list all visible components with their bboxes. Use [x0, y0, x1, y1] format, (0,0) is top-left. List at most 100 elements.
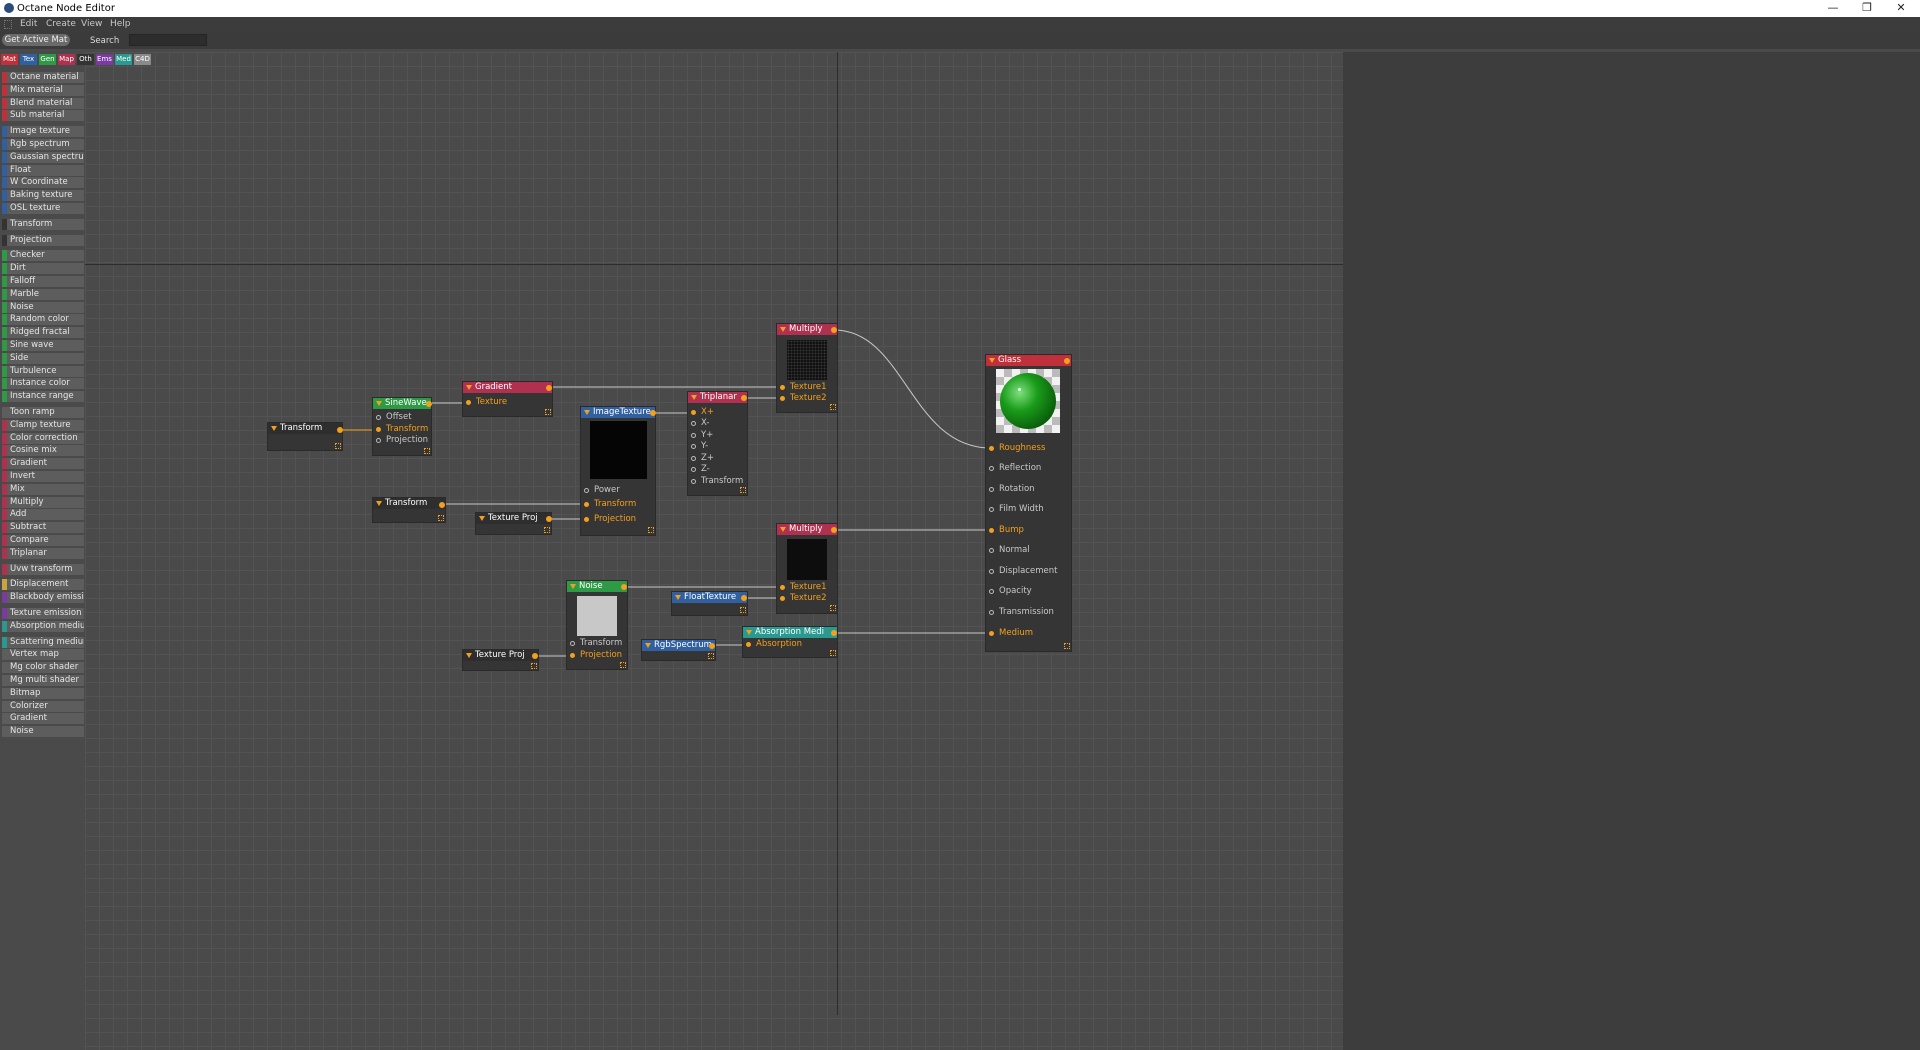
output-port[interactable]	[621, 584, 627, 590]
node-floattexture[interactable]: FloatTexture	[672, 592, 747, 615]
port-rotation[interactable]: Rotation	[989, 484, 1035, 495]
node-header[interactable]: FloatTexture	[672, 592, 747, 603]
node-transform[interactable]: Transform	[268, 423, 343, 450]
output-port[interactable]	[741, 595, 747, 601]
sidebar-item-absorption-medium[interactable]: Absorption medium	[2, 620, 84, 632]
port-y-plus[interactable]: Y+	[691, 430, 713, 441]
port-x-minus[interactable]: X-	[691, 418, 709, 429]
sidebar-item-marble[interactable]: Marble	[2, 288, 84, 300]
tab-c4d[interactable]: C4D	[134, 54, 151, 65]
sidebar-item-triplanar[interactable]: Triplanar	[2, 547, 84, 559]
resize-grip-icon[interactable]	[830, 605, 836, 611]
collapse-triangle-icon[interactable]	[466, 385, 472, 390]
port-texture[interactable]: Texture	[466, 397, 507, 408]
sidebar-item-invert[interactable]: Invert	[2, 471, 84, 482]
node-canvas[interactable]	[85, 52, 1343, 1050]
node-texture-projection[interactable]: Texture Proj	[476, 513, 552, 534]
menu-view[interactable]: View	[81, 19, 102, 29]
output-port[interactable]	[1064, 358, 1070, 364]
node-header[interactable]: Texture Proj	[476, 513, 551, 524]
minimize-icon[interactable]: —	[1818, 1, 1848, 15]
port-transmission[interactable]: Transmission	[989, 607, 1054, 618]
sidebar-item-ridged-fractal[interactable]: Ridged fractal	[2, 327, 84, 339]
node-header[interactable]: ImageTexture	[581, 407, 655, 418]
search-input[interactable]	[129, 34, 207, 46]
sidebar-item-baking-texture[interactable]: Baking texture	[2, 190, 84, 202]
sidebar-item-subtract[interactable]: Subtract	[2, 522, 84, 534]
port-x-plus[interactable]: X+	[691, 407, 714, 418]
node-sinewave[interactable]: SineWave Offset Transform Projection	[373, 398, 432, 455]
sidebar-item-instance-color[interactable]: Instance color	[2, 378, 84, 390]
port-absorption[interactable]: Absorption	[746, 639, 802, 650]
tab-gen[interactable]: Gen	[39, 54, 56, 65]
sidebar-item-color-correction[interactable]: Color correction	[2, 432, 84, 444]
port-opacity[interactable]: Opacity	[989, 586, 1032, 597]
output-port[interactable]	[831, 327, 837, 333]
output-port[interactable]	[831, 630, 837, 636]
sidebar-item-mix-material[interactable]: Mix material	[2, 84, 84, 96]
sidebar-item-scattering-medium[interactable]: Scattering medium	[2, 636, 84, 648]
node-header[interactable]: RgbSpectrum	[642, 640, 715, 651]
sidebar-item-displacement[interactable]: Displacement	[2, 579, 84, 591]
output-port[interactable]	[650, 410, 656, 416]
sidebar-item-vertex-map[interactable]: Vertex map	[2, 649, 84, 661]
sidebar-item-float[interactable]: Float	[2, 164, 84, 176]
sidebar-item-instance-range[interactable]: Instance range	[2, 391, 84, 403]
port-transform[interactable]: Transform	[691, 476, 743, 487]
port-z-plus[interactable]: Z+	[691, 453, 714, 464]
sidebar-item-rgb-spectrum[interactable]: Rgb spectrum	[2, 139, 84, 150]
sidebar-item-noise[interactable]: Noise	[2, 726, 84, 738]
sidebar-item-cosine-mix[interactable]: Cosine mix	[2, 445, 84, 457]
sidebar-item-multiply[interactable]: Multiply	[2, 496, 84, 508]
sidebar-item-colorizer[interactable]: Colorizer	[2, 700, 84, 712]
collapse-triangle-icon[interactable]	[271, 426, 277, 431]
sidebar-item-add[interactable]: Add	[2, 509, 84, 521]
node-header[interactable]: Glass	[986, 355, 1071, 366]
output-port[interactable]	[439, 502, 445, 508]
sidebar-item-blackbody-emission[interactable]: Blackbody emission	[2, 592, 84, 604]
node-header[interactable]: Transform	[373, 498, 445, 509]
port-projection[interactable]: Projection	[584, 514, 636, 525]
port-z-minus[interactable]: Z-	[691, 464, 710, 475]
node-header[interactable]: Multiply	[777, 524, 837, 535]
node-rgbspectrum[interactable]: RgbSpectrum	[642, 640, 715, 660]
sidebar-item-osl-texture[interactable]: OSL texture	[2, 203, 84, 214]
port-film-width[interactable]: Film Width	[989, 504, 1044, 515]
collapse-triangle-icon[interactable]	[780, 327, 786, 332]
resize-grip-icon[interactable]	[648, 527, 654, 533]
sidebar-item-noise[interactable]: Noise	[2, 301, 84, 313]
port-projection[interactable]: Projection	[376, 435, 428, 446]
tab-mat[interactable]: Mat	[1, 54, 18, 65]
tab-ems[interactable]: Ems	[96, 54, 113, 65]
port-texture2[interactable]: Texture2	[780, 593, 827, 604]
menu-help[interactable]: Help	[110, 19, 131, 29]
resize-grip-icon[interactable]	[830, 404, 836, 410]
sidebar-item-checker[interactable]: Checker	[2, 250, 84, 262]
menu-create[interactable]: Create	[46, 19, 76, 29]
node-header[interactable]: Noise	[567, 581, 627, 592]
collapse-triangle-icon[interactable]	[645, 643, 651, 648]
get-active-mat-button[interactable]: Get Active Mat	[2, 34, 70, 46]
collapse-triangle-icon[interactable]	[989, 358, 995, 363]
resize-grip-icon[interactable]	[531, 663, 537, 669]
port-texture1[interactable]: Texture1	[780, 582, 827, 593]
sidebar-item-sine-wave[interactable]: Sine wave	[2, 340, 84, 351]
collapse-triangle-icon[interactable]	[675, 595, 681, 600]
port-power[interactable]: Power	[584, 485, 620, 496]
sidebar-item-mix[interactable]: Mix	[2, 483, 84, 495]
output-port[interactable]	[741, 395, 747, 401]
output-port[interactable]	[546, 516, 552, 522]
resize-grip-icon[interactable]	[620, 662, 626, 668]
node-transform[interactable]: Transform	[373, 498, 445, 522]
collapse-triangle-icon[interactable]	[376, 401, 382, 406]
sidebar-item-texture-emission[interactable]: Texture emission	[2, 608, 84, 619]
resize-grip-icon[interactable]	[1064, 643, 1070, 649]
resize-grip-icon[interactable]	[438, 515, 444, 521]
sidebar-item-projection[interactable]: Projection	[2, 234, 84, 246]
sidebar-item-clamp-texture[interactable]: Clamp texture	[2, 419, 84, 431]
output-port[interactable]	[709, 643, 715, 649]
close-icon[interactable]: ✕	[1886, 1, 1916, 15]
output-port[interactable]	[337, 427, 343, 433]
output-port[interactable]	[426, 401, 432, 407]
port-y-minus[interactable]: Y-	[691, 441, 708, 452]
